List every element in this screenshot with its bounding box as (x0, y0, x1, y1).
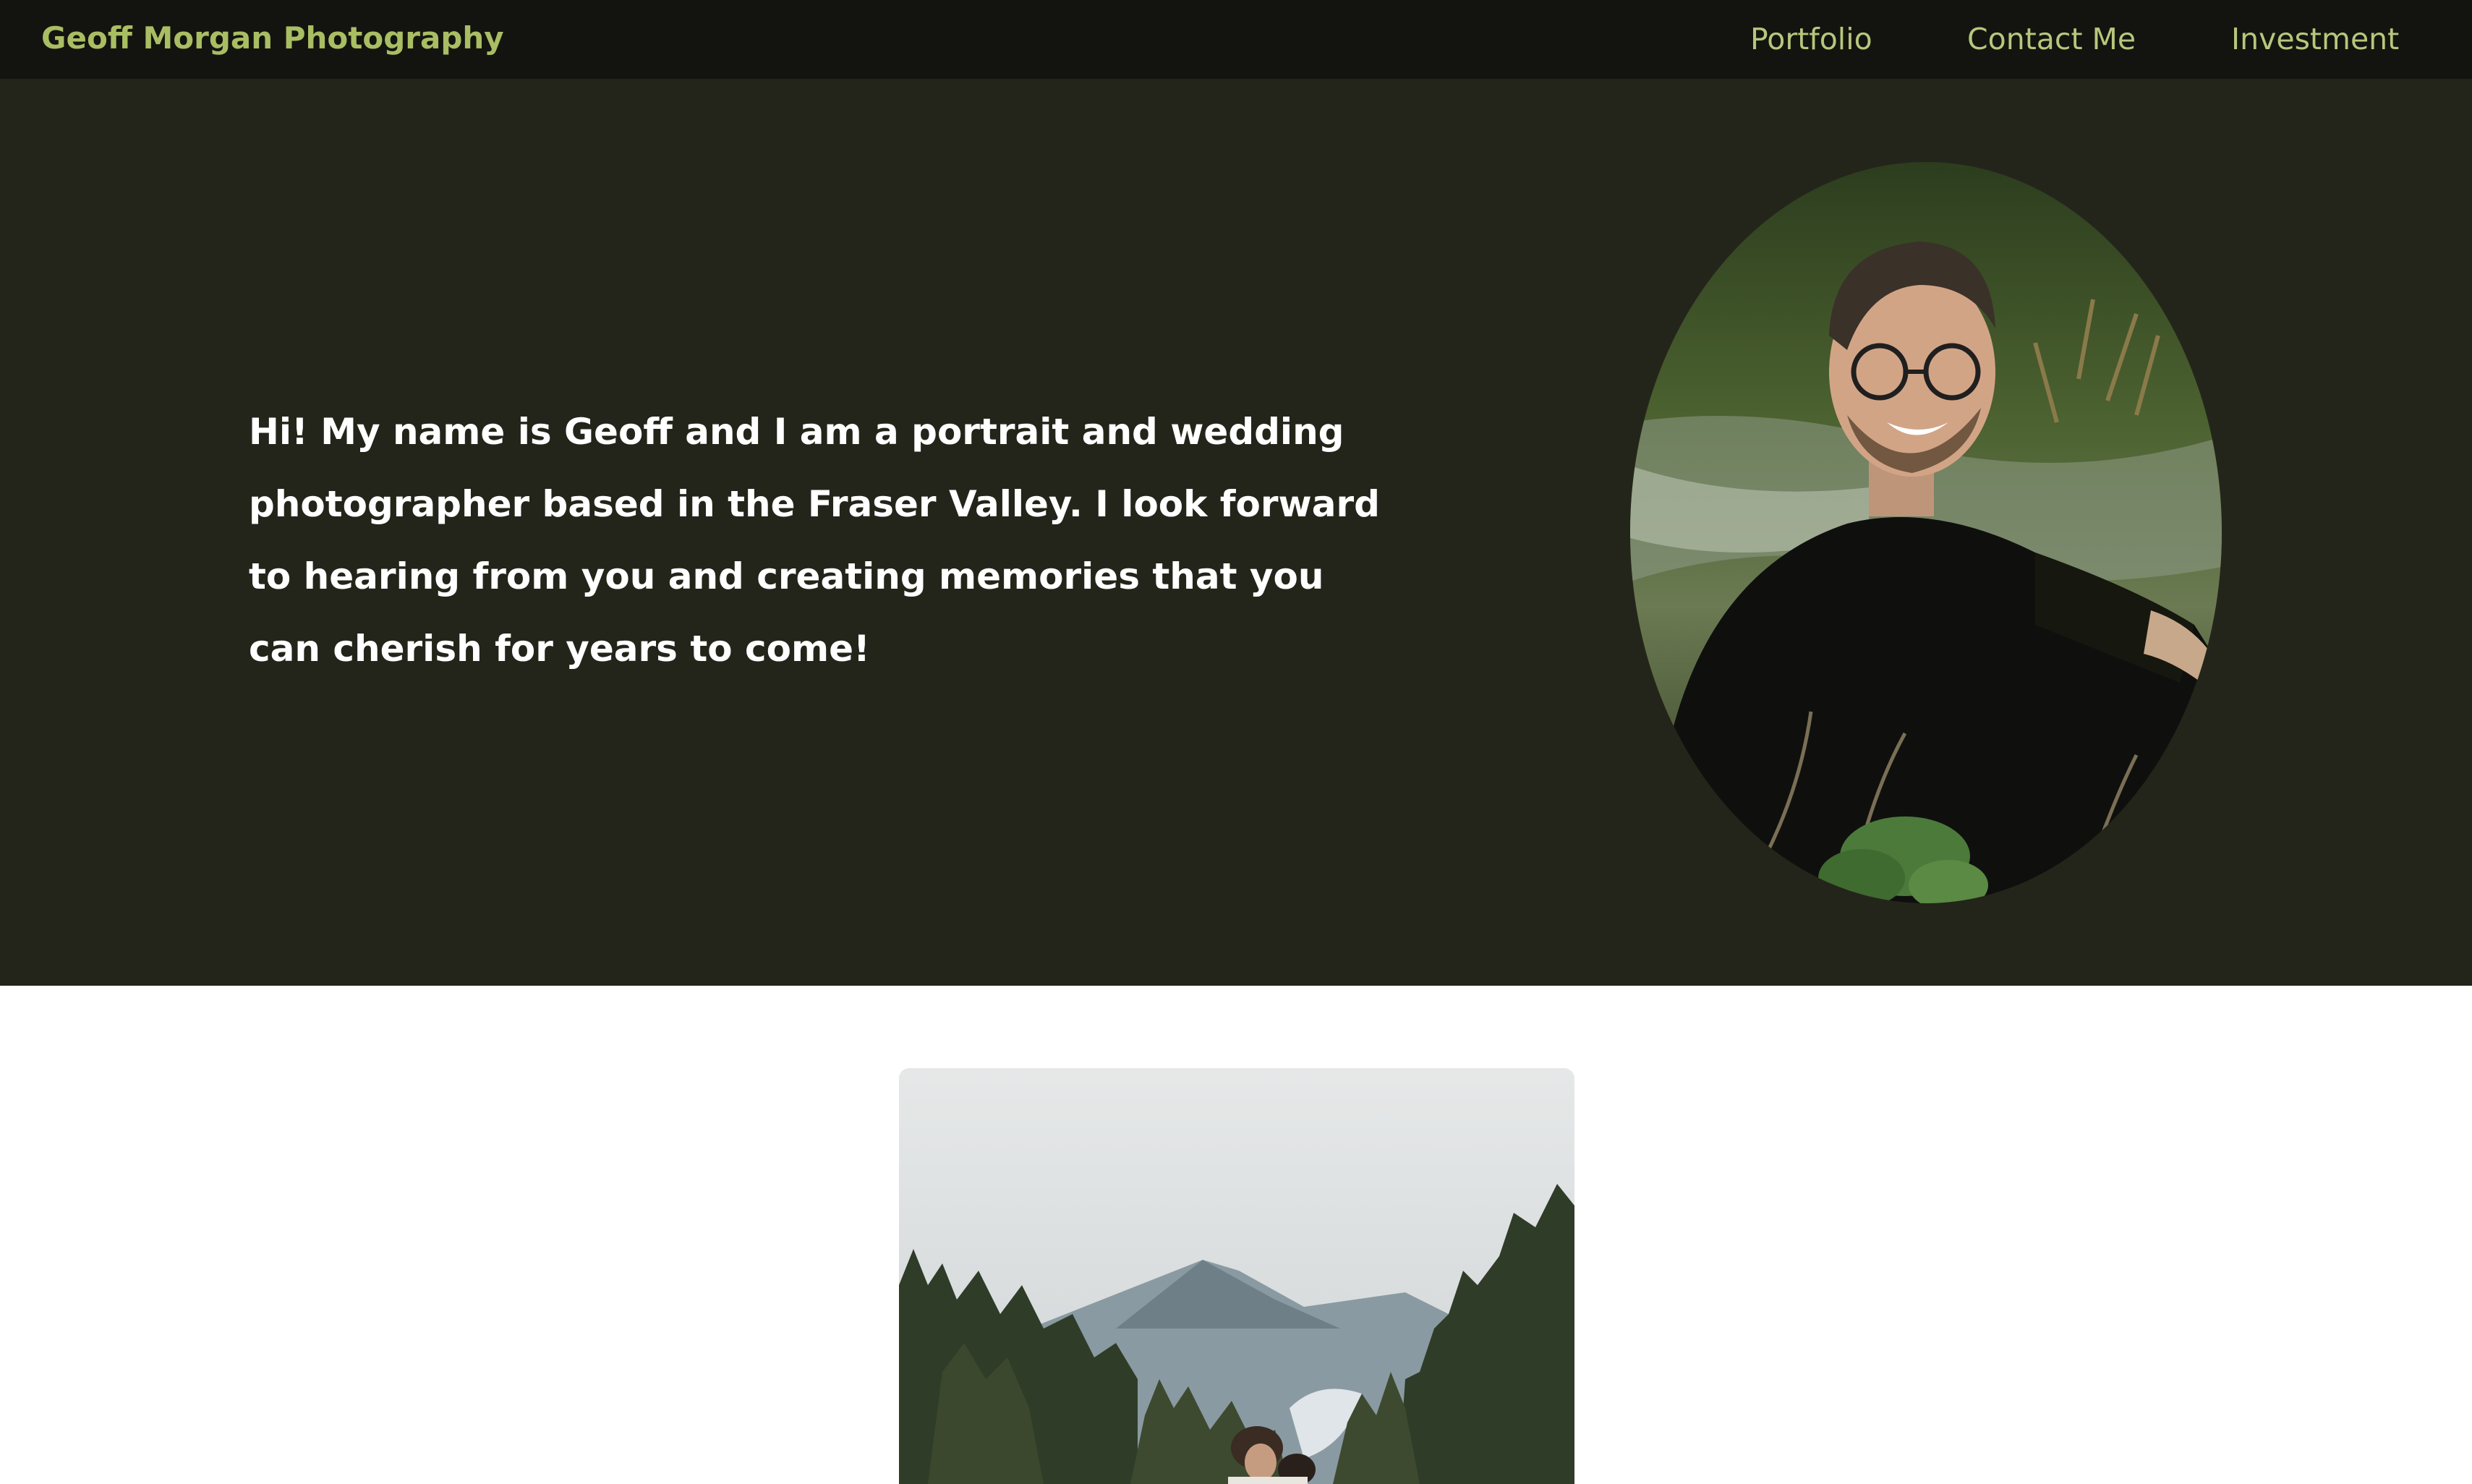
intro-text: Hi! My name is Geoff and I am a portrait… (249, 396, 1442, 685)
nav-link-investment[interactable]: Investment (2231, 22, 2399, 56)
site-brand-link[interactable]: Geoff Morgan Photography (41, 20, 504, 56)
nav-link-portfolio[interactable]: Portfolio (1750, 22, 1872, 56)
intro-line: Hi! My name is Geoff and I am a portrait… (249, 411, 1344, 453)
photographer-portrait-image (1630, 162, 2222, 903)
couple-landscape-photo (899, 1068, 1574, 1484)
intro-line: to hearing from you and creating memorie… (249, 555, 1324, 597)
hero-section: Hi! My name is Geoff and I am a portrait… (0, 79, 2472, 986)
nav-link-contact-me[interactable]: Contact Me (1967, 22, 2136, 56)
landscape-photo-illustration (899, 1068, 1574, 1484)
intro-line: can cherish for years to come! (249, 628, 870, 670)
top-navbar: Geoff Morgan Photography Portfolio Conta… (0, 0, 2472, 79)
intro-line: photographer based in the Fraser Valley.… (249, 483, 1380, 525)
portrait-photo-illustration (1630, 162, 2222, 903)
